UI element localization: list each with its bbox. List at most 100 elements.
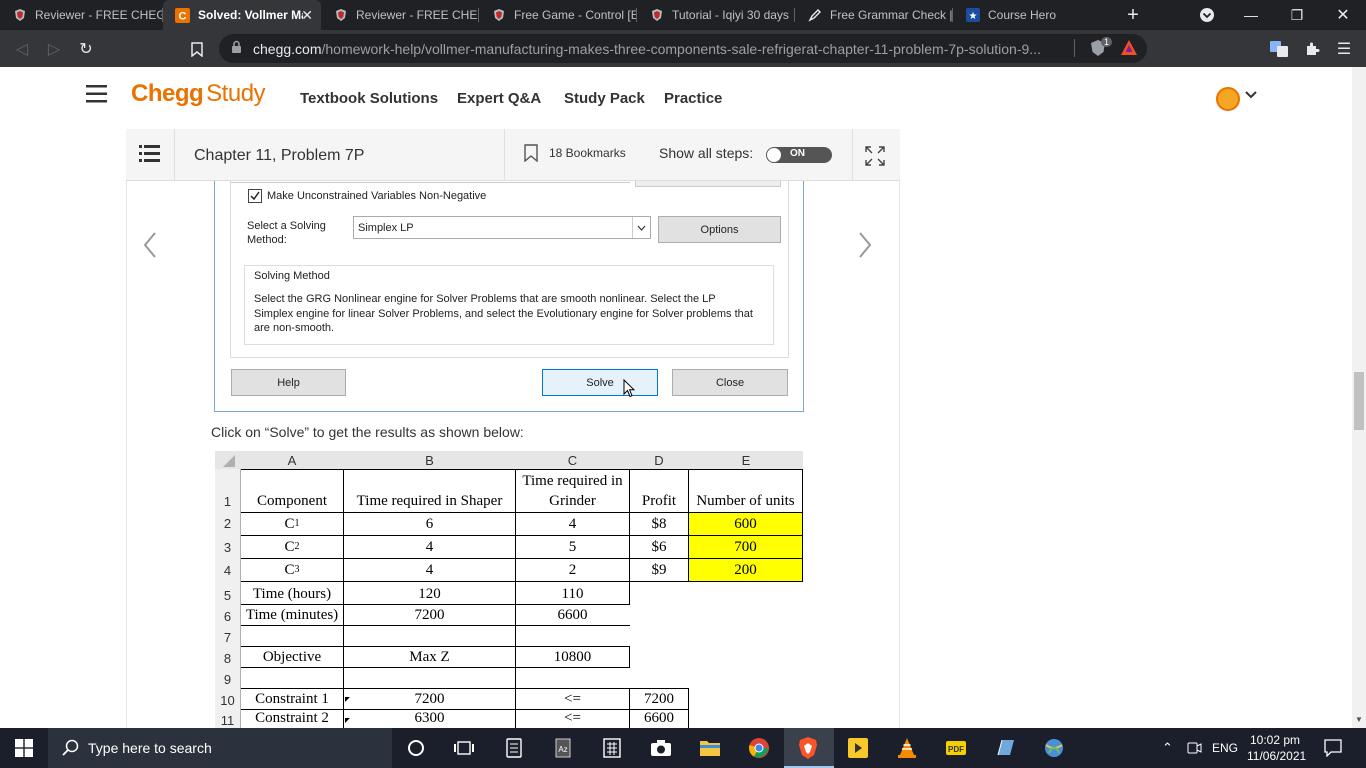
show-hidden-icons-icon[interactable]: ⌃ — [1162, 740, 1173, 756]
network-globe-icon[interactable] — [1042, 736, 1066, 760]
solve-button[interactable]: Solve — [542, 369, 658, 396]
file-explorer-icon[interactable] — [698, 736, 722, 760]
show-steps-toggle[interactable]: ON — [766, 147, 832, 163]
potplayer-icon[interactable] — [846, 736, 870, 760]
checkbox-label: Make Unconstrained Variables Non-Negativ… — [267, 190, 487, 202]
calculator-icon[interactable] — [600, 736, 624, 760]
cell-a5: Time (hours) — [252, 586, 332, 602]
cell-a3: C2 — [284, 539, 300, 555]
cell-d11: 6600 — [644, 710, 674, 726]
next-step-arrow-icon[interactable] — [858, 232, 872, 263]
reload-icon[interactable]: ↻ — [74, 37, 98, 61]
extensions-icon[interactable] — [1300, 37, 1324, 61]
avatar[interactable] — [1216, 87, 1240, 111]
list-icon[interactable] — [139, 145, 160, 167]
tab-search-icon[interactable] — [1184, 0, 1230, 30]
menu-icon[interactable]: ☰ — [1332, 37, 1356, 61]
translate-icon[interactable] — [1267, 37, 1291, 61]
svg-text:C: C — [179, 10, 187, 22]
close-tab-icon[interactable]: ✕ — [301, 7, 313, 24]
col-header-d: D — [630, 451, 688, 469]
language-indicator[interactable]: ENG — [1212, 741, 1238, 755]
nav-expert-qa[interactable]: Expert Q&A — [457, 90, 541, 107]
svg-text:Az: Az — [558, 745, 567, 754]
row-header: 1 — [223, 493, 232, 509]
cell-e1: Number of units — [696, 493, 795, 509]
cell-b1: Time required in Shaper — [356, 493, 503, 509]
bookmark-icon[interactable] — [524, 144, 538, 167]
row-header: 6 — [223, 608, 232, 624]
close-window-icon[interactable]: ✕ — [1320, 0, 1366, 30]
notes-app-icon[interactable] — [993, 736, 1017, 760]
cell-a8: Objective — [262, 649, 322, 665]
restore-icon[interactable]: ❐ — [1274, 0, 1320, 30]
tab-title: Reviewer - FREE CHEGG — [356, 8, 479, 22]
close-button[interactable]: Close — [672, 369, 788, 396]
nav-practice[interactable]: Practice — [664, 90, 722, 107]
tab-title: Free Grammar Check | — [830, 8, 953, 22]
hamburger-menu-icon[interactable] — [86, 85, 107, 108]
unconstrained-checkbox[interactable] — [248, 189, 262, 203]
search-placeholder: Type here to search — [88, 740, 212, 756]
cell-a10: Constraint 1 — [255, 691, 329, 707]
bookmark-page-icon[interactable] — [185, 37, 209, 61]
new-tab-button[interactable]: + — [1110, 0, 1156, 30]
mouse-cursor-icon — [623, 378, 636, 401]
row-header: 7 — [223, 629, 232, 645]
page-scrollbar[interactable]: ▼ — [1352, 67, 1366, 728]
nav-study-pack[interactable]: Study Pack — [564, 90, 645, 107]
windows-start-icon[interactable] — [12, 736, 36, 760]
cell-c8: 10800 — [553, 649, 592, 665]
fullscreen-icon[interactable] — [865, 146, 885, 171]
cell-b11: 6300 — [414, 710, 445, 726]
cell-b10: 7200 — [414, 691, 445, 707]
brave-taskbar-active[interactable] — [784, 728, 834, 768]
cell-a6: Time (minutes) — [245, 607, 339, 623]
vlc-icon[interactable] — [895, 736, 919, 760]
chegg-logo[interactable]: Chegg Study — [131, 80, 266, 108]
tab-title: Course Hero — [988, 8, 1057, 22]
tab-course-hero[interactable]: ★ Course Hero — [953, 0, 1111, 30]
clock[interactable]: 10:02 pm 11/06/2021 — [1247, 732, 1306, 764]
forward-icon[interactable]: ▷ — [42, 37, 66, 61]
scroll-down-icon[interactable]: ▼ — [1355, 715, 1363, 724]
address-bar[interactable]: chegg.com/homework-help/vollmer-manufact… — [219, 34, 1147, 63]
minimize-icon[interactable]: — — [1228, 0, 1274, 30]
tab-free-game[interactable]: Free Game - Control [E — [479, 0, 637, 30]
col-header-c: C — [516, 451, 629, 469]
bookmarks-count[interactable]: 18 Bookmarks — [549, 146, 626, 160]
tab-reviewer-1[interactable]: Reviewer - FREE CHEGG — [0, 0, 163, 30]
options-button[interactable]: Options — [658, 216, 781, 243]
meet-now-icon[interactable] — [1186, 739, 1202, 762]
reader-app-icon[interactable] — [502, 736, 526, 760]
help-button[interactable]: Help — [231, 369, 346, 396]
solver-dialog: Make Unconstrained Variables Non-Negativ… — [214, 181, 804, 412]
notifications-icon[interactable] — [1324, 739, 1342, 762]
tab-title: Solved: Vollmer Ma — [198, 8, 303, 22]
brave-rewards-icon[interactable] — [1120, 39, 1138, 61]
show-steps-label: Show all steps: — [659, 145, 754, 161]
chevron-down-icon[interactable] — [632, 217, 650, 238]
chevron-down-icon[interactable] — [1244, 88, 1258, 107]
task-view-icon[interactable] — [452, 736, 476, 760]
col-header-b: B — [344, 451, 515, 469]
nav-textbook-solutions[interactable]: Textbook Solutions — [300, 90, 438, 107]
tab-tutorial[interactable]: Tutorial - Iqiyi 30 days — [637, 0, 795, 30]
cell-b2: 6 — [425, 516, 434, 532]
cortana-icon[interactable] — [404, 736, 428, 760]
previous-step-arrow-icon[interactable] — [143, 232, 157, 263]
solving-method-select[interactable]: Simplex LP — [353, 216, 651, 239]
group-description: Select the GRG Nonlinear engine for Solv… — [254, 293, 753, 334]
tab-reviewer-2[interactable]: Reviewer - FREE CHEGG — [321, 0, 479, 30]
back-icon[interactable]: ◁ — [10, 37, 34, 61]
scrollbar-thumb[interactable] — [1354, 372, 1364, 430]
camera-icon[interactable] — [649, 736, 673, 760]
taskbar-search-box[interactable]: Type here to search — [48, 728, 392, 768]
dictionary-app-icon[interactable]: Az — [551, 736, 575, 760]
tab-solved-vollmer[interactable]: C Solved: Vollmer Ma ✕ — [163, 0, 321, 30]
cell-b5: 120 — [418, 586, 441, 602]
cell-b8: Max Z — [409, 649, 450, 665]
tab-grammar-check[interactable]: Free Grammar Check | — [795, 0, 953, 30]
pdf-app-icon[interactable]: PDF — [944, 736, 968, 760]
chrome-icon[interactable] — [747, 736, 771, 760]
